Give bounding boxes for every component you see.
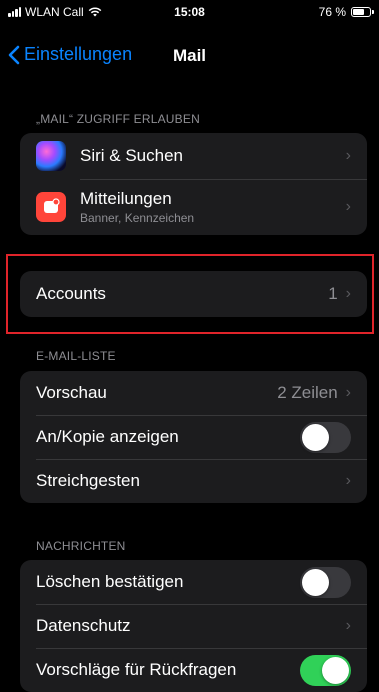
notification-icon <box>36 192 66 222</box>
cc-row: An/Kopie anzeigen <box>20 415 367 459</box>
group-messages: Löschen bestätigen Datenschutz › Vorschl… <box>20 560 367 692</box>
navigation-bar: Einstellungen Mail <box>0 38 379 74</box>
section-header-messages: NACHRICHTEN <box>36 539 126 553</box>
preview-row[interactable]: Vorschau 2 Zeilen › <box>20 371 367 415</box>
page-title: Mail <box>172 46 207 65</box>
siri-icon <box>36 141 66 171</box>
chevron-right-icon: › <box>345 472 351 489</box>
cc-label: An/Kopie anzeigen <box>36 427 179 446</box>
notifications-label: Mitteilungen <box>80 189 172 208</box>
swipe-gestures-label: Streichgesten <box>36 471 140 490</box>
followup-label: Vorschläge für Rückfragen <box>36 660 237 679</box>
preview-value: 2 Zeilen <box>277 383 338 402</box>
section-header-list: E-MAIL-LISTE <box>36 349 116 363</box>
preview-label: Vorschau <box>36 383 107 402</box>
battery-icon <box>351 7 374 17</box>
chevron-right-icon: › <box>345 198 351 215</box>
bell-icon <box>44 198 60 213</box>
cc-toggle[interactable] <box>300 421 351 453</box>
accounts-label: Accounts <box>36 284 106 303</box>
accounts-row[interactable]: Accounts 1 › <box>20 271 367 317</box>
swipe-gestures-row[interactable]: Streichgesten › <box>20 459 367 503</box>
chevron-right-icon: › <box>345 147 351 164</box>
status-right: 76 % <box>318 5 374 19</box>
group-access: Siri & Suchen › Mitteilungen Banner, Ken… <box>20 133 367 235</box>
notifications-sublabel: Banner, Kennzeichen <box>80 211 195 225</box>
section-header-access: „MAIL“ ZUGRIFF ERLAUBEN <box>36 112 200 126</box>
status-bar: WLAN Call 15:08 76 % <box>0 0 379 24</box>
notifications-text: Mitteilungen Banner, Kennzeichen <box>80 189 346 225</box>
privacy-row[interactable]: Datenschutz › <box>20 604 367 648</box>
accounts-count: 1 <box>328 284 338 303</box>
followup-toggle[interactable] <box>300 654 351 686</box>
confirm-delete-row: Löschen bestätigen <box>20 560 367 604</box>
battery-percentage: 76 % <box>318 5 346 19</box>
followup-row: Vorschläge für Rückfragen <box>20 648 367 692</box>
confirm-delete-toggle[interactable] <box>300 566 351 598</box>
siri-search-row[interactable]: Siri & Suchen › <box>20 133 367 179</box>
chevron-right-icon: › <box>345 285 351 302</box>
privacy-label: Datenschutz <box>36 616 131 635</box>
notifications-row[interactable]: Mitteilungen Banner, Kennzeichen › <box>20 179 367 235</box>
group-mail-list: Vorschau 2 Zeilen › An/Kopie anzeigen St… <box>20 371 367 503</box>
chevron-right-icon: › <box>345 617 351 634</box>
chevron-right-icon: › <box>345 384 351 401</box>
confirm-delete-label: Löschen bestätigen <box>36 572 184 591</box>
siri-search-label: Siri & Suchen <box>80 146 183 165</box>
group-accounts: Accounts 1 › <box>20 271 367 317</box>
